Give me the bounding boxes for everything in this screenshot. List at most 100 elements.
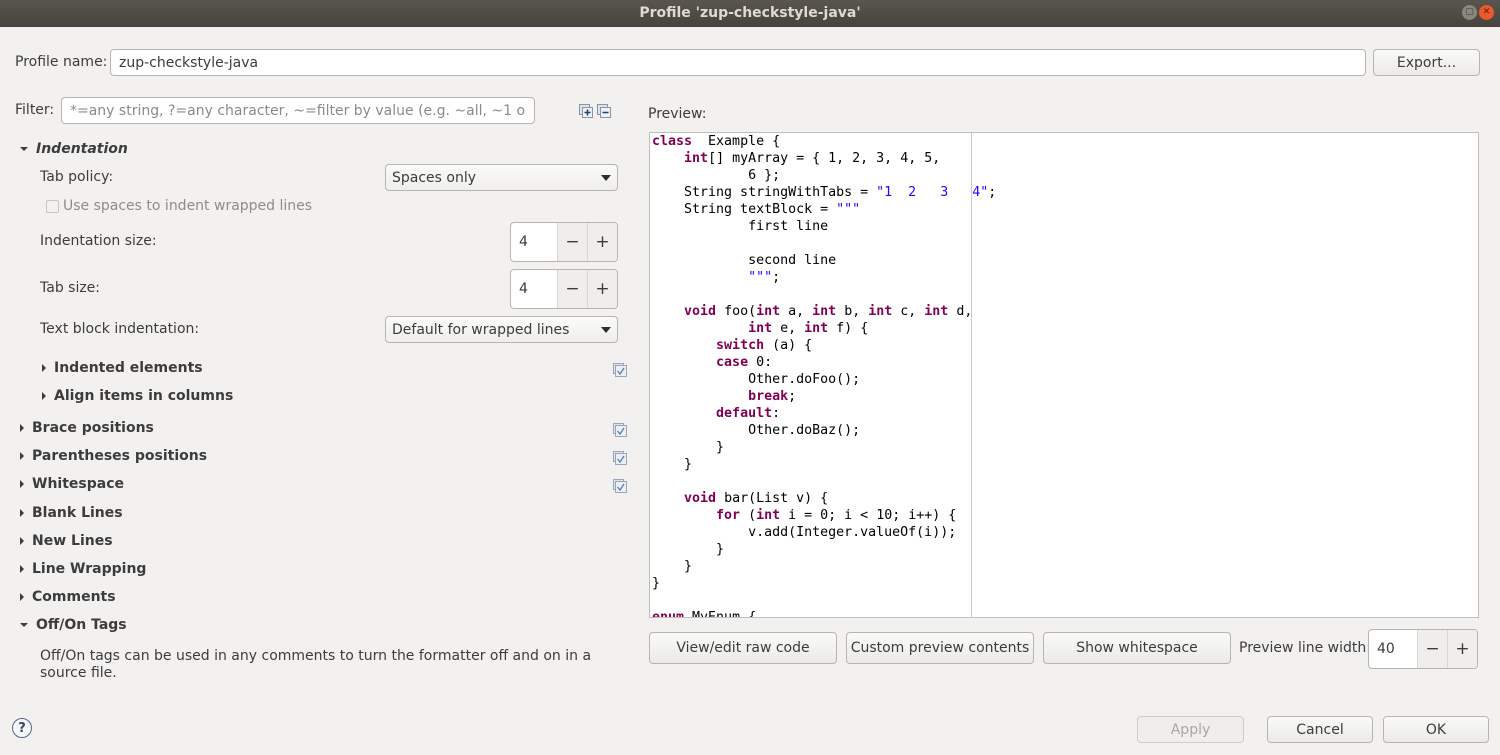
close-icon[interactable]: ✕ xyxy=(1479,5,1494,20)
dropdown-arrow-icon xyxy=(601,326,611,333)
custom-preview-button[interactable]: Custom preview contents xyxy=(846,632,1034,664)
code-line: default: xyxy=(652,405,996,422)
code-line: second line xyxy=(652,252,996,269)
indentation-size-value[interactable]: 4 xyxy=(511,223,557,261)
collapse-all-icon[interactable] xyxy=(597,104,611,118)
code-keyword: class xyxy=(652,134,693,149)
code-keyword: void xyxy=(684,491,717,506)
code-keyword: default xyxy=(716,406,773,421)
code-line: int[] myArray = { 1, 2, 3, 4, 5, xyxy=(652,150,996,167)
code-text: bar(List v) { xyxy=(716,491,829,506)
code-text: c, xyxy=(892,304,925,319)
code-text: Other.doFoo(); xyxy=(652,372,861,387)
code-keyword: for xyxy=(716,508,741,523)
code-text: Other.doBaz(); xyxy=(652,423,861,438)
code-line: 6 }; xyxy=(652,167,996,184)
expand-all-icon[interactable] xyxy=(579,104,593,118)
preview-code: class Example { int[] myArray = { 1, 2, … xyxy=(652,133,996,618)
code-text: a, xyxy=(780,304,813,319)
wrapped-lines-label: Use spaces to indent wrapped lines xyxy=(63,198,313,214)
code-text: Example { xyxy=(692,134,781,149)
cancel-button[interactable]: Cancel xyxy=(1267,716,1373,743)
code-line: } xyxy=(652,541,996,558)
code-keyword: int xyxy=(868,304,893,319)
profile-name-field[interactable] xyxy=(110,49,1366,76)
preview-line-width-decrement[interactable]: − xyxy=(1417,630,1447,668)
tab-size-increment[interactable]: + xyxy=(587,270,617,308)
section-blank-lines[interactable]: Blank Lines xyxy=(20,505,123,521)
tab-size-decrement[interactable]: − xyxy=(557,270,587,308)
tab-policy-select[interactable]: Spaces only xyxy=(385,164,618,191)
wrapped-lines-checkbox[interactable] xyxy=(46,200,59,213)
preview-line-width-stepper[interactable]: 40 − + xyxy=(1368,629,1478,669)
code-text: 0: xyxy=(748,355,773,370)
section-indentation[interactable]: Indentation xyxy=(20,141,128,157)
code-line: int e, int f) { xyxy=(652,320,996,337)
section-comments[interactable]: Comments xyxy=(20,589,116,605)
code-line: String textBlock = """ xyxy=(652,201,996,218)
code-line: switch (a) { xyxy=(652,337,996,354)
section-label: Brace positions xyxy=(32,420,154,436)
chevron-right-icon xyxy=(20,537,24,545)
code-string: """ xyxy=(836,202,861,217)
filter-label: Filter: xyxy=(15,102,55,118)
filter-input[interactable] xyxy=(68,101,528,120)
tab-size-value[interactable]: 4 xyxy=(511,270,557,308)
tab-size-stepper[interactable]: 4 − + xyxy=(510,269,618,309)
section-line-wrapping[interactable]: Line Wrapping xyxy=(20,561,146,577)
modified-check-icon xyxy=(613,423,627,437)
maximize-icon[interactable]: ▢ xyxy=(1462,5,1477,20)
indentation-size-stepper[interactable]: 4 − + xyxy=(510,222,618,262)
code-keyword: enum xyxy=(652,610,685,618)
section-parentheses-positions[interactable]: Parentheses positions xyxy=(20,448,207,464)
modified-check-icon xyxy=(613,451,627,465)
code-text: b, xyxy=(836,304,869,319)
tab-policy-value: Spaces only xyxy=(392,169,477,186)
filter-field[interactable] xyxy=(61,97,535,124)
preview-line-width-label: Preview line width: xyxy=(1239,640,1371,656)
code-text: } xyxy=(652,576,661,591)
apply-button[interactable]: Apply xyxy=(1137,716,1244,743)
section-whitespace[interactable]: Whitespace xyxy=(20,476,124,492)
ok-button[interactable]: OK xyxy=(1383,716,1489,743)
code-text: ; xyxy=(788,389,797,404)
text-block-indentation-select[interactable]: Default for wrapped lines xyxy=(385,316,618,343)
export-button[interactable]: Export... xyxy=(1373,49,1480,76)
indentation-size-decrement[interactable]: − xyxy=(557,223,587,261)
code-line: } xyxy=(652,439,996,456)
section-offon-tags[interactable]: Off/On Tags xyxy=(20,617,127,633)
code-line: void foo(int a, int b, int c, int d, xyxy=(652,303,996,320)
preview-label: Preview: xyxy=(648,106,707,122)
code-text: e, xyxy=(772,321,805,336)
subsection-indented-elements[interactable]: Indented elements xyxy=(42,360,203,376)
code-line: String stringWithTabs = "1 2 3 4"; xyxy=(652,184,996,201)
show-whitespace-button[interactable]: Show whitespace xyxy=(1043,632,1231,664)
indentation-size-increment[interactable]: + xyxy=(587,223,617,261)
code-line: v.add(Integer.valueOf(i)); xyxy=(652,524,996,541)
code-text: } xyxy=(652,440,725,455)
modified-check-icon xyxy=(613,479,627,493)
section-new-lines[interactable]: New Lines xyxy=(20,533,113,549)
view-raw-code-button[interactable]: View/edit raw code xyxy=(649,632,837,664)
preview-line-width-increment[interactable]: + xyxy=(1447,630,1477,668)
chevron-right-icon xyxy=(42,392,46,400)
section-label: Whitespace xyxy=(32,476,124,492)
code-text: String stringWithTabs = xyxy=(652,185,877,200)
profile-name-input[interactable] xyxy=(117,53,1359,72)
subsection-align-items[interactable]: Align items in columns xyxy=(42,388,233,404)
chevron-right-icon xyxy=(20,424,24,432)
modified-check-icon xyxy=(613,363,627,377)
chevron-right-icon xyxy=(20,452,24,460)
code-line: first line xyxy=(652,218,996,235)
text-block-indentation-label: Text block indentation: xyxy=(40,321,200,337)
section-brace-positions[interactable]: Brace positions xyxy=(20,420,154,436)
preview-code-area[interactable]: class Example { int[] myArray = { 1, 2, … xyxy=(649,132,1479,618)
preview-line-width-value[interactable]: 40 xyxy=(1369,630,1417,668)
text-block-indentation-value: Default for wrapped lines xyxy=(392,321,570,338)
code-keyword: int xyxy=(804,321,829,336)
help-icon[interactable]: ? xyxy=(12,718,32,738)
